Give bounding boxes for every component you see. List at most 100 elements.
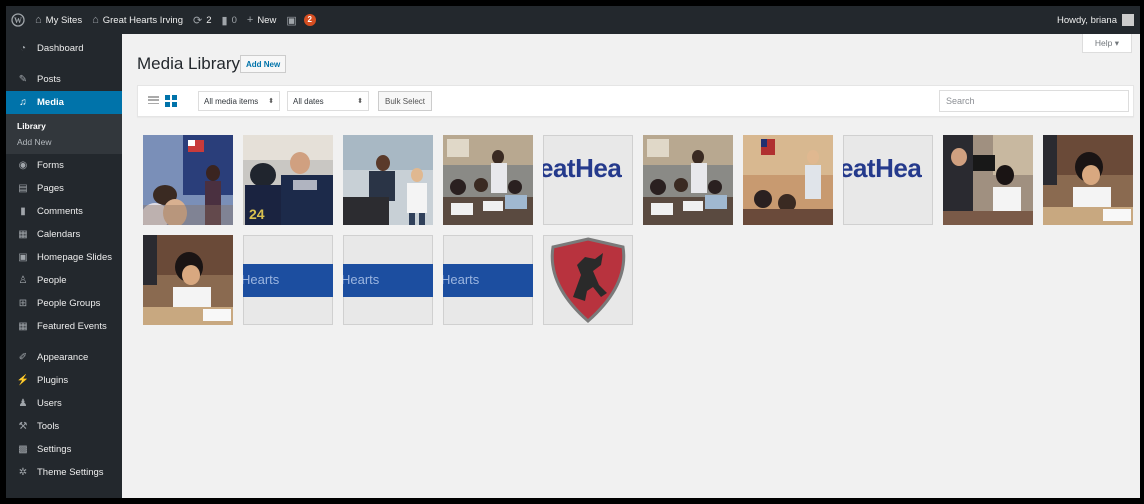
- media-item[interactable]: eatHea: [843, 135, 933, 225]
- events-icon: ▦: [18, 321, 28, 332]
- plugin-icon: ⚡: [16, 375, 30, 386]
- people-icon: ♙: [18, 275, 28, 286]
- crest-icon: [550, 237, 626, 323]
- sidebar-item-plugins[interactable]: ⚡ Plugins: [6, 369, 122, 392]
- updates-icon: ⟳: [193, 14, 203, 27]
- submenu-add-new[interactable]: Add New: [6, 134, 122, 150]
- grid-view-icon[interactable]: [165, 95, 177, 107]
- sidebar-item-label: Appearance: [37, 352, 89, 363]
- new-content-menu[interactable]: + New: [242, 6, 281, 34]
- add-new-button[interactable]: Add New: [240, 55, 287, 73]
- media-thumbnail: [943, 135, 1033, 225]
- sidebar-item-label: Settings: [37, 444, 72, 455]
- notification-badge: 2: [303, 14, 316, 26]
- help-tab[interactable]: Help ▾: [1081, 34, 1132, 53]
- media-item[interactable]: [1043, 135, 1133, 225]
- updates-count: 2: [206, 14, 212, 26]
- sidebar-item-people[interactable]: ♙ People: [6, 269, 122, 292]
- sidebar-item-posts[interactable]: ✎ Posts: [6, 68, 122, 91]
- media-item[interactable]: Hearts: [243, 235, 333, 325]
- sidebar-item-people-groups[interactable]: ⊞ People Groups: [6, 292, 122, 315]
- sidebar-item-forms[interactable]: ◉ Forms: [6, 154, 122, 177]
- site-name-menu[interactable]: ⌂ Great Hearts Irving: [87, 6, 188, 34]
- sidebar-item-label: People: [37, 275, 67, 286]
- forms-icon: ◉: [18, 160, 28, 171]
- new-label: New: [257, 14, 277, 26]
- select-arrows-icon: ⬍: [357, 98, 363, 105]
- sidebar-item-calendars[interactable]: ▦ Calendars: [6, 223, 122, 246]
- banner-text: Hearts: [243, 272, 280, 287]
- avatar: [1122, 14, 1134, 26]
- submenu-library[interactable]: Library: [6, 118, 122, 134]
- media-item[interactable]: [543, 235, 633, 325]
- media-submenu: Library Add New: [6, 114, 122, 154]
- select-arrows-icon: ⬍: [268, 98, 274, 105]
- sidebar-item-tools[interactable]: ⚒ Tools: [6, 415, 122, 438]
- updates-menu[interactable]: ⟳ 2: [188, 6, 217, 34]
- admin-sidebar: ◔ Dashboard ✎ Posts ♫ Media Library Add …: [6, 34, 122, 498]
- media-thumbnail: [1043, 135, 1133, 225]
- comments-count: 0: [231, 14, 237, 26]
- media-item[interactable]: Hearts: [443, 235, 533, 325]
- dashboard-icon: ◔: [19, 43, 27, 54]
- comments-menu[interactable]: ▮ 0: [217, 6, 242, 34]
- sidebar-item-label: Homepage Slides: [37, 252, 112, 263]
- plus-icon: +: [246, 14, 254, 26]
- date-filter[interactable]: All dates ⬍: [287, 91, 369, 111]
- banner-band: Hearts: [243, 264, 333, 297]
- site-name-label: Great Hearts Irving: [102, 14, 183, 26]
- home-icon: ⌂: [92, 14, 99, 26]
- sidebar-item-label: Plugins: [37, 375, 69, 386]
- sidebar-item-theme-settings[interactable]: ✲ Theme Settings: [6, 461, 122, 484]
- sidebar-item-label: Featured Events: [37, 321, 107, 332]
- media-item[interactable]: [643, 135, 733, 225]
- sidebar-item-users[interactable]: ♟ Users: [6, 392, 122, 415]
- sidebar-item-homepage-slides[interactable]: ▣ Homepage Slides: [6, 246, 122, 269]
- sidebar-item-label: Posts: [37, 74, 61, 85]
- media-item[interactable]: [143, 235, 233, 325]
- notifications-menu[interactable]: ▣ 2: [281, 6, 320, 34]
- admin-bar: W ⌂ My Sites ⌂ Great Hearts Irving ⟳ 2 ▮…: [6, 6, 1140, 34]
- media-item[interactable]: [743, 135, 833, 225]
- media-thumbnail: [443, 135, 533, 225]
- media-type-filter-value: All media items: [204, 96, 259, 106]
- media-type-filter[interactable]: All media items ⬍: [198, 91, 280, 111]
- list-view-icon[interactable]: [148, 96, 159, 107]
- sidebar-item-label: Dashboard: [37, 43, 84, 54]
- search-input[interactable]: [939, 90, 1129, 112]
- users-icon: ♟: [18, 398, 28, 409]
- media-toolbar: All media items ⬍ All dates ⬍ Bulk Selec…: [137, 85, 1134, 117]
- wordpress-logo-icon[interactable]: W: [6, 6, 30, 34]
- account-menu[interactable]: Howdy, briana: [1052, 6, 1140, 34]
- media-item[interactable]: [143, 135, 233, 225]
- sidebar-item-label: Theme Settings: [37, 467, 104, 478]
- media-item[interactable]: [343, 135, 433, 225]
- sidebar-item-label: Tools: [37, 421, 60, 432]
- sidebar-item-label: Calendars: [37, 229, 81, 240]
- sidebar-item-dashboard[interactable]: ◔ Dashboard: [6, 37, 122, 60]
- pin-icon: ✎: [18, 74, 28, 85]
- sidebar-item-label: Pages: [37, 183, 64, 194]
- brush-icon: ✐: [18, 352, 28, 363]
- sidebar-item-comments[interactable]: ▮ Comments: [6, 200, 122, 223]
- banner-text: Hearts: [443, 272, 480, 287]
- sidebar-item-appearance[interactable]: ✐ Appearance: [6, 346, 122, 369]
- sidebar-item-featured-events[interactable]: ▦ Featured Events: [6, 315, 122, 338]
- my-sites-menu[interactable]: ⌂ My Sites: [30, 6, 87, 34]
- comment-icon: ▮: [20, 206, 26, 217]
- sidebar-item-pages[interactable]: ▤ Pages: [6, 177, 122, 200]
- media-item[interactable]: [443, 135, 533, 225]
- media-thumbnail: [143, 235, 233, 325]
- sidebar-item-media[interactable]: ♫ Media: [6, 91, 122, 114]
- slides-icon: ▣: [18, 252, 28, 263]
- pages-icon: ▤: [18, 183, 28, 194]
- sidebar-item-settings[interactable]: ▩ Settings: [6, 438, 122, 461]
- media-item[interactable]: [943, 135, 1033, 225]
- media-item[interactable]: Hearts: [343, 235, 433, 325]
- bulk-select-button[interactable]: Bulk Select: [378, 91, 433, 111]
- media-thumbnail: [743, 135, 833, 225]
- my-sites-label: My Sites: [45, 14, 83, 26]
- media-item[interactable]: eatHea: [543, 135, 633, 225]
- media-item[interactable]: 24: [243, 135, 333, 225]
- calendar-icon: ▦: [18, 229, 28, 240]
